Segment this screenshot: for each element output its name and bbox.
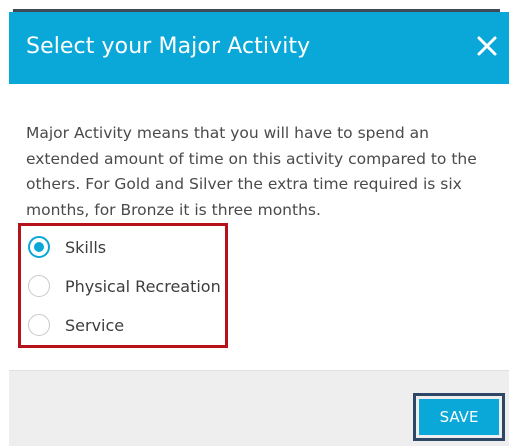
radio-option-service[interactable]: Service: [28, 312, 124, 338]
save-button-highlight: SAVE: [413, 393, 505, 441]
radio-button[interactable]: [28, 275, 50, 297]
background-strip: [0, 0, 509, 12]
close-button[interactable]: [475, 34, 499, 58]
radio-option-skills[interactable]: Skills: [28, 234, 106, 260]
close-icon: [477, 36, 497, 56]
radio-label: Physical Recreation: [65, 276, 221, 296]
radio-label: Skills: [65, 237, 107, 257]
major-activity-radio-group: Skills Physical Recreation Service: [18, 223, 228, 348]
dialog-title: Select your Major Activity: [26, 34, 311, 59]
radio-option-physical-recreation[interactable]: Physical Recreation: [28, 273, 221, 299]
dialog-header: Select your Major Activity: [9, 12, 509, 84]
dialog-body: Major Activity means that you will have …: [9, 84, 509, 370]
radio-button[interactable]: [28, 314, 50, 336]
description-text: Major Activity means that you will have …: [26, 124, 477, 219]
radio-label: Service: [65, 315, 125, 335]
dialog-footer: SAVE: [9, 370, 509, 446]
save-button[interactable]: SAVE: [419, 399, 499, 435]
screen: Select your Major Activity Major Activit…: [0, 0, 509, 446]
radio-button-selected[interactable]: [28, 236, 50, 258]
